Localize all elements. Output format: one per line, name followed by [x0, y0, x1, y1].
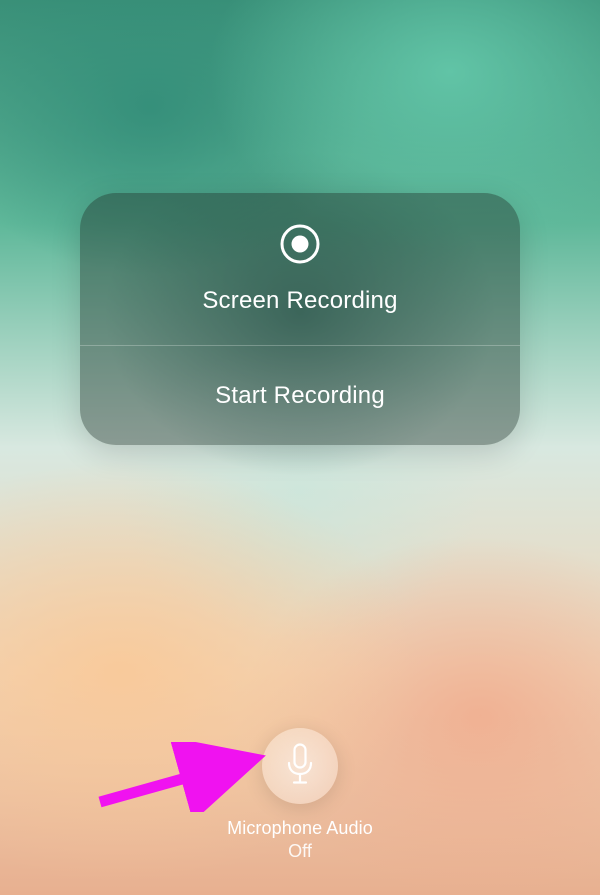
- microphone-icon: [285, 743, 315, 790]
- microphone-toggle-button[interactable]: [262, 728, 338, 804]
- screen-recording-title: Screen Recording: [202, 287, 397, 315]
- start-recording-button[interactable]: Start Recording: [80, 346, 520, 445]
- screen-recording-card: Screen Recording Start Recording: [80, 193, 520, 445]
- microphone-status: Off: [0, 841, 600, 862]
- card-header: Screen Recording: [80, 193, 520, 345]
- microphone-audio-label: Microphone Audio: [0, 818, 600, 839]
- start-recording-label: Start Recording: [215, 382, 385, 410]
- microphone-labels: Microphone Audio Off: [0, 818, 600, 862]
- record-icon: [280, 224, 320, 269]
